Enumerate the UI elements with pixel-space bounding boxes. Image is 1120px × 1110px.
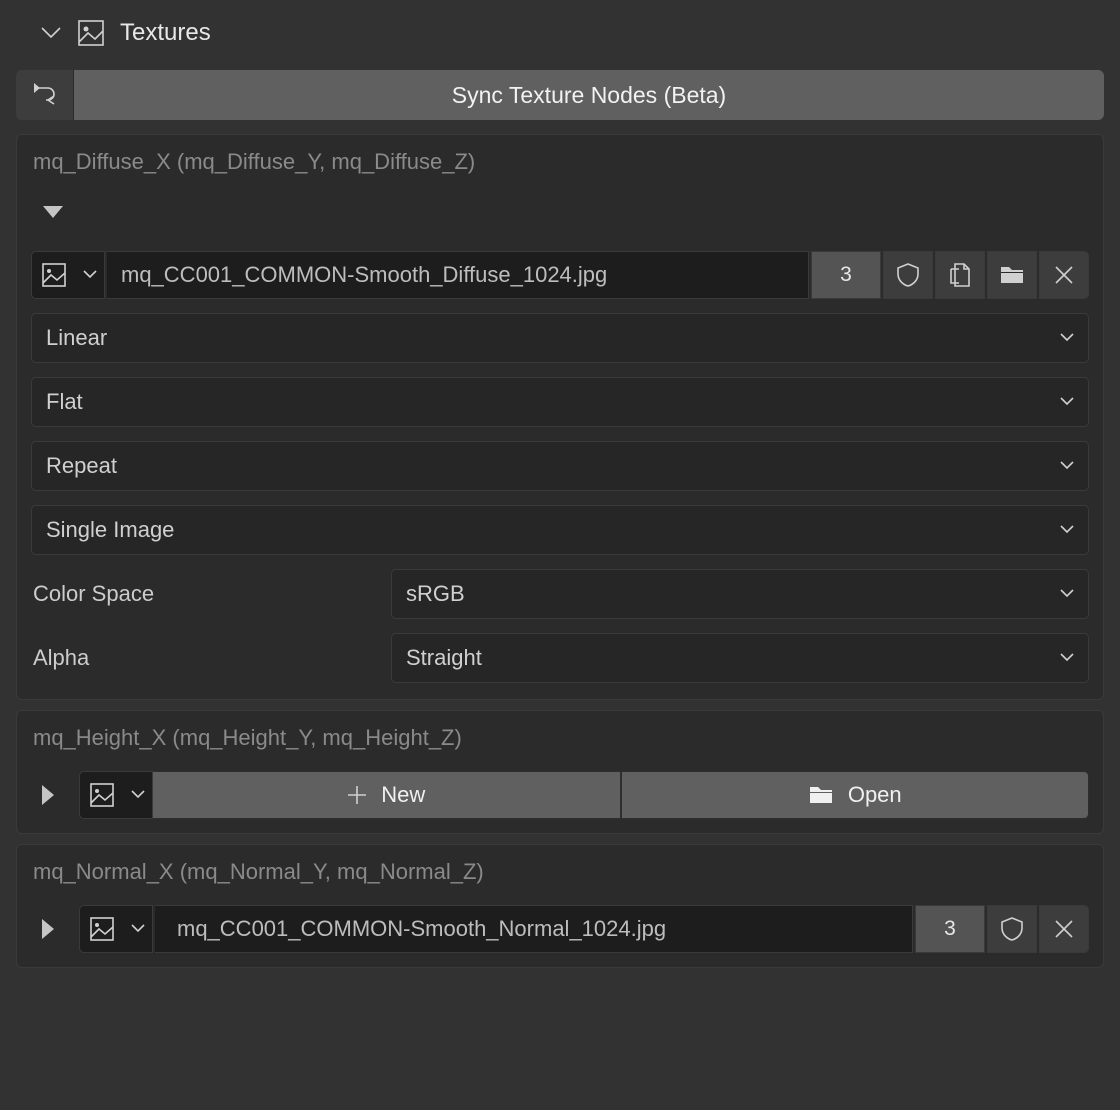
sync-bar: Sync Texture Nodes (Beta) (16, 70, 1104, 120)
folder-icon (999, 264, 1025, 286)
sync-icon[interactable] (16, 70, 74, 120)
chevron-down-icon (124, 906, 152, 952)
open-image-button[interactable] (987, 251, 1037, 299)
unlink-image-button[interactable] (1039, 905, 1089, 953)
alpha-value: Straight (406, 645, 482, 671)
normal-disclosure[interactable] (31, 911, 67, 947)
color-space-value: sRGB (406, 581, 465, 607)
new-image-button[interactable] (935, 251, 985, 299)
image-datablock-dropdown[interactable] (31, 251, 105, 299)
chevron-down-icon (1060, 653, 1074, 663)
chevron-down-icon (1060, 461, 1074, 471)
color-space-row: Color Space sRGB (31, 569, 1089, 619)
height-image-row: New Open (79, 771, 1089, 819)
color-space-label: Color Space (31, 581, 391, 607)
interpolation-dropdown[interactable]: Linear (31, 313, 1089, 363)
shield-icon (1000, 916, 1024, 942)
interpolation-value: Linear (46, 325, 107, 351)
projection-value: Flat (46, 389, 83, 415)
height-disclosure[interactable] (31, 777, 67, 813)
height-section: mq_Height_X (mq_Height_Y, mq_Height_Z) N… (16, 710, 1104, 834)
sync-button[interactable]: Sync Texture Nodes (Beta) (74, 70, 1104, 120)
chevron-down-icon (40, 26, 62, 40)
alpha-label: Alpha (31, 645, 391, 671)
source-value: Single Image (46, 517, 174, 543)
close-icon (1054, 265, 1074, 285)
projection-dropdown[interactable]: Flat (31, 377, 1089, 427)
normal-users-count[interactable]: 3 (915, 905, 985, 953)
normal-section-title: mq_Normal_X (mq_Normal_Y, mq_Normal_Z) (31, 859, 1089, 885)
fake-user-button[interactable] (883, 251, 933, 299)
panel-title: Textures (120, 19, 211, 47)
height-section-title: mq_Height_X (mq_Height_Y, mq_Height_Z) (31, 725, 1089, 751)
extension-dropdown[interactable]: Repeat (31, 441, 1089, 491)
folder-icon (808, 784, 834, 806)
diffuse-image-row: mq_CC001_COMMON-Smooth_Diffuse_1024.jpg … (31, 251, 1089, 299)
textures-icon (76, 18, 106, 48)
image-icon (80, 772, 124, 818)
diffuse-disclosure[interactable] (35, 195, 71, 231)
alpha-row: Alpha Straight (31, 633, 1089, 683)
image-icon (80, 906, 124, 952)
panel-header[interactable]: Textures (10, 10, 1110, 70)
normal-section: mq_Normal_X (mq_Normal_Y, mq_Normal_Z) m… (16, 844, 1104, 968)
close-icon (1054, 919, 1074, 939)
new-file-icon (948, 262, 972, 288)
source-dropdown[interactable]: Single Image (31, 505, 1089, 555)
open-button-label: Open (848, 782, 902, 808)
new-button-label: New (381, 782, 425, 808)
chevron-down-icon (1060, 525, 1074, 535)
chevron-down-icon (1060, 333, 1074, 343)
new-image-button[interactable]: New (153, 771, 621, 819)
normal-filename-input[interactable]: mq_CC001_COMMON-Smooth_Normal_1024.jpg (155, 905, 913, 953)
diffuse-filename-input[interactable]: mq_CC001_COMMON-Smooth_Diffuse_1024.jpg (107, 251, 809, 299)
image-datablock-dropdown[interactable] (79, 771, 153, 819)
color-space-dropdown[interactable]: sRGB (391, 569, 1089, 619)
unlink-image-button[interactable] (1039, 251, 1089, 299)
chevron-down-icon (1060, 397, 1074, 407)
diffuse-section-title: mq_Diffuse_X (mq_Diffuse_Y, mq_Diffuse_Z… (31, 149, 1089, 175)
alpha-dropdown[interactable]: Straight (391, 633, 1089, 683)
sync-button-label: Sync Texture Nodes (Beta) (452, 82, 726, 109)
fake-user-button[interactable] (987, 905, 1037, 953)
shield-icon (896, 262, 920, 288)
diffuse-users-count[interactable]: 3 (811, 251, 881, 299)
open-image-button[interactable]: Open (621, 771, 1090, 819)
chevron-down-icon (1060, 589, 1074, 599)
image-icon (32, 252, 76, 298)
image-datablock-dropdown[interactable] (79, 905, 153, 953)
chevron-down-icon (124, 772, 152, 818)
chevron-down-icon (76, 252, 104, 298)
diffuse-section: mq_Diffuse_X (mq_Diffuse_Y, mq_Diffuse_Z… (16, 134, 1104, 700)
extension-value: Repeat (46, 453, 117, 479)
plus-icon (347, 785, 367, 805)
